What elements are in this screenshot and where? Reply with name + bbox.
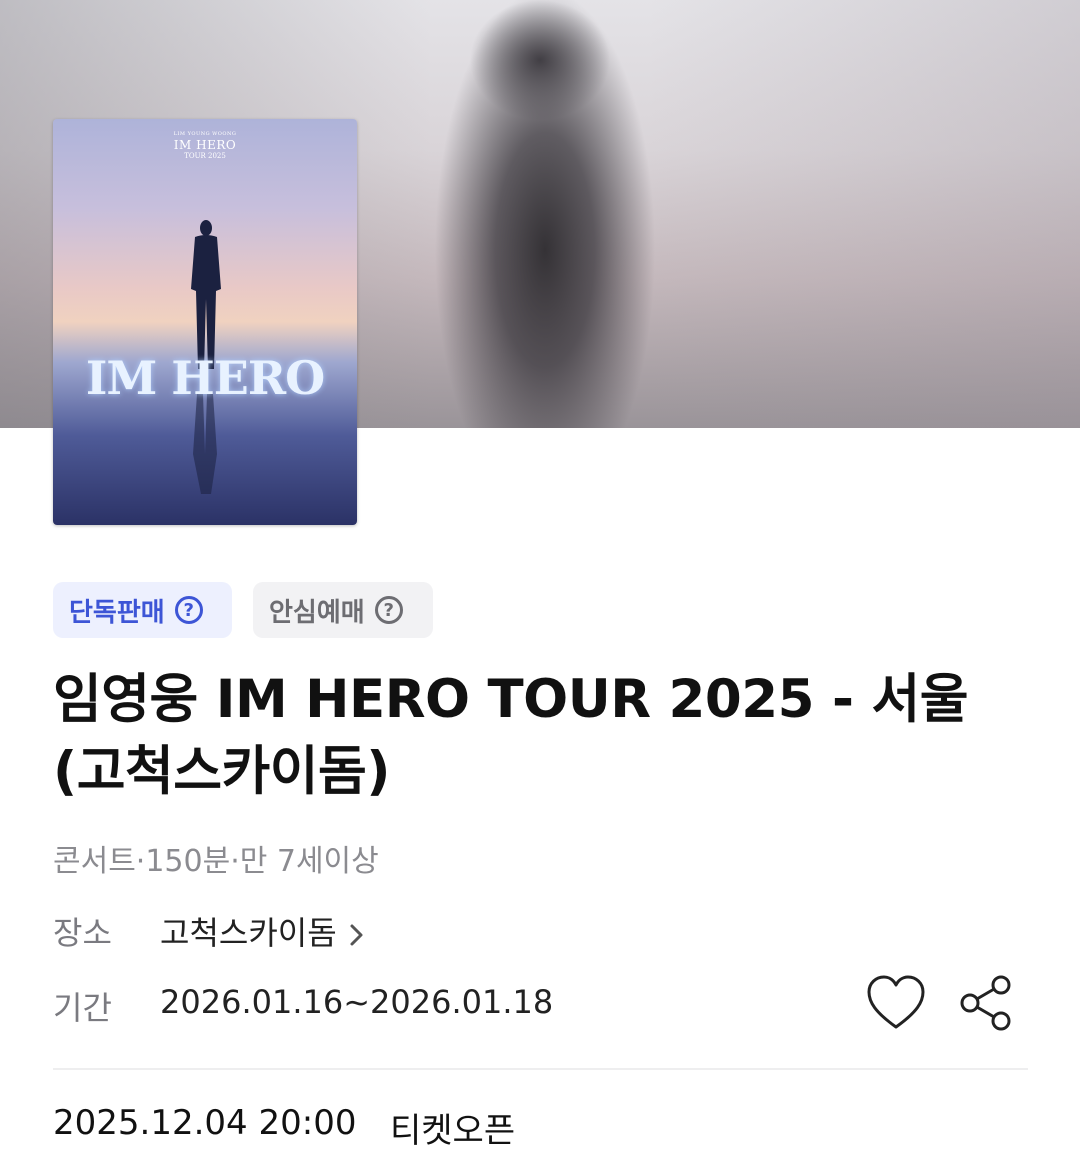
poster-figure [191, 220, 221, 369]
poster-artist-text: LIM YOUNG WOONG [173, 131, 237, 137]
exclusive-sale-label: 단독판매 [69, 597, 165, 628]
poster-reflection [193, 394, 217, 494]
section-divider [53, 1068, 1028, 1070]
event-poster[interactable]: LIM YOUNG WOONG IM HERO TOUR 2025 IM HER… [53, 119, 357, 525]
period-value: 2026.01.16~2026.01.18 [160, 983, 554, 1021]
event-meta: 콘서트·150분·만 7세이상 [53, 844, 379, 879]
safe-booking-label: 안심예매 [269, 597, 365, 628]
venue-label: 장소 [53, 914, 112, 952]
event-title: 임영웅 IM HERO TOUR 2025 - 서울(고척스카이돔) [53, 669, 968, 802]
poster-big-title: IM HERO [85, 351, 325, 405]
chevron-right-icon [350, 924, 363, 946]
poster-subtitle-text: TOUR 2025 [184, 152, 226, 160]
heart-icon[interactable] [865, 972, 927, 1034]
share-icon[interactable] [958, 972, 1014, 1034]
safe-booking-badge[interactable]: 안심예매 ? [253, 582, 433, 638]
ticket-open-datetime: 2025.12.04 20:00 [53, 1103, 357, 1143]
venue-value: 고척스카이돔 [160, 914, 337, 952]
venue-link[interactable]: 고척스카이돔 [160, 908, 365, 954]
ticket-open-label: 티켓오픈 [390, 1111, 516, 1151]
question-circle-icon[interactable]: ? [374, 596, 403, 624]
period-label: 기간 [53, 989, 112, 1027]
poster-title-text: IM HERO [173, 138, 237, 152]
question-circle-icon[interactable]: ? [174, 596, 203, 624]
exclusive-sale-badge[interactable]: 단독판매 ? [53, 582, 232, 638]
